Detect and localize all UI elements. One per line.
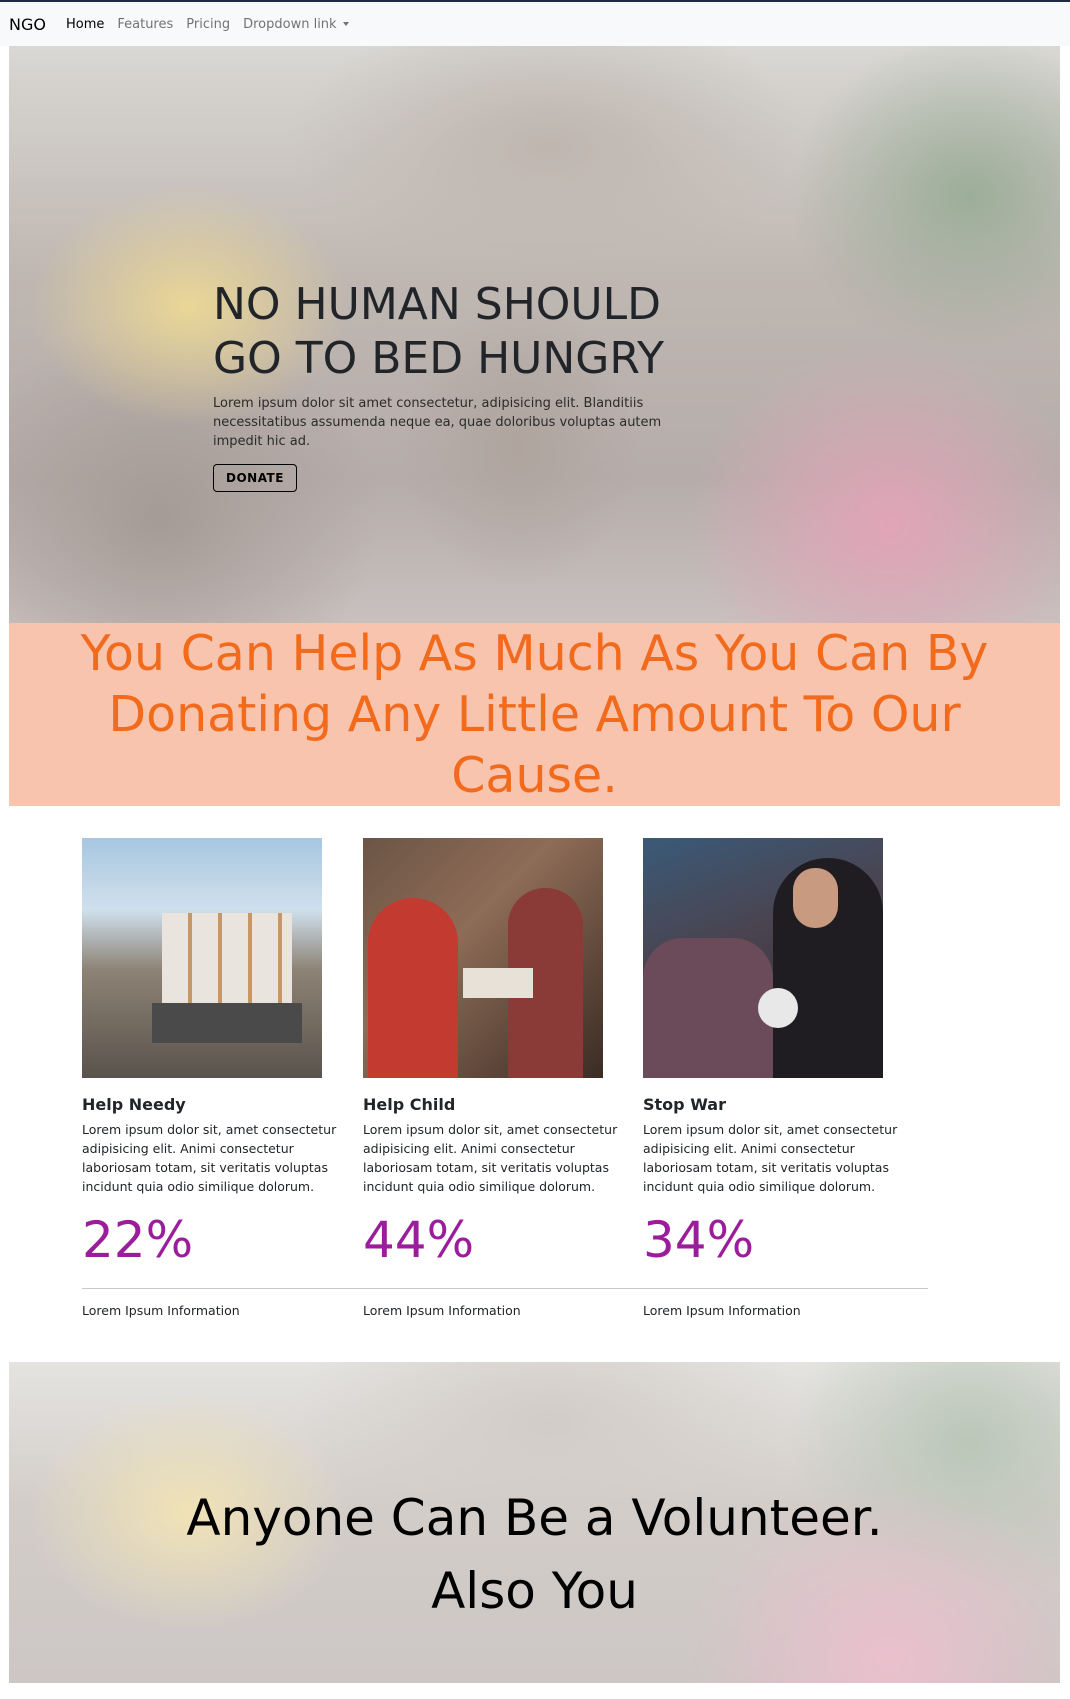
nav-dropdown-link[interactable]: Dropdown link <box>243 16 349 32</box>
card-title: Help Needy <box>82 1095 186 1114</box>
card-percent: 34% <box>643 1211 755 1269</box>
volunteer-title-line2: Also You <box>431 1562 638 1620</box>
banner-text: You Can Help As Much As You Can By Donat… <box>80 625 989 804</box>
donation-banner: You Can Help As Much As You Can By Donat… <box>9 623 1060 806</box>
card-info: Lorem Ipsum Information <box>363 1303 521 1318</box>
nav-dropdown-label: Dropdown link <box>243 16 337 32</box>
card-info: Lorem Ipsum Information <box>82 1303 240 1318</box>
hero-title-line2: GO TO BED HUNGRY <box>213 333 664 384</box>
volunteer-title: Anyone Can Be a Volunteer. Also You <box>9 1482 1060 1628</box>
aid-box <box>463 968 533 998</box>
card-help-child: Help Child Lorem ipsum dolor sit, amet c… <box>363 838 648 1318</box>
card-image-aid-handover <box>363 838 603 1078</box>
hero-section: NO HUMAN SHOULD GO TO BED HUNGRY Lorem i… <box>9 46 1060 623</box>
card-info: Lorem Ipsum Information <box>643 1303 801 1318</box>
truck <box>152 1003 302 1043</box>
bowl <box>758 988 798 1028</box>
donate-button[interactable]: DONATE <box>213 464 297 492</box>
nav-link-features[interactable]: Features <box>117 17 173 32</box>
card-image-aid-truck <box>82 838 322 1078</box>
card-text: Lorem ipsum dolor sit, amet consectetur … <box>363 1122 618 1194</box>
card-image-food-serving <box>643 838 883 1078</box>
brand-logo[interactable]: NGO <box>9 15 46 34</box>
volunteer-title-line1: Anyone Can Be a Volunteer. <box>186 1489 883 1547</box>
card-stop-war: Stop War Lorem ipsum dolor sit, amet con… <box>643 838 928 1318</box>
card-help-needy: Help Needy Lorem ipsum dolor sit, amet c… <box>82 838 367 1318</box>
nav-link-home[interactable]: Home <box>66 17 104 32</box>
nav-link-pricing[interactable]: Pricing <box>186 17 230 32</box>
divider <box>363 1288 648 1289</box>
divider <box>82 1288 367 1289</box>
person-left <box>368 898 458 1078</box>
card-title: Stop War <box>643 1095 726 1114</box>
navbar: NGO Home Features Pricing Dropdown link <box>0 0 1070 46</box>
aid-boxes <box>162 913 292 1013</box>
card-text: Lorem ipsum dolor sit, amet consectetur … <box>643 1122 898 1194</box>
card-percent: 44% <box>363 1211 475 1269</box>
hero-title: NO HUMAN SHOULD GO TO BED HUNGRY <box>213 278 693 386</box>
children <box>643 938 773 1078</box>
volunteer-section: Anyone Can Be a Volunteer. Also You <box>9 1362 1060 1683</box>
hero-text: Lorem ipsum dolor sit amet consectetur, … <box>213 396 662 449</box>
hero-content: NO HUMAN SHOULD GO TO BED HUNGRY Lorem i… <box>213 278 693 492</box>
volunteer-face <box>793 868 838 928</box>
card-title: Help Child <box>363 1095 456 1114</box>
card-percent: 22% <box>82 1211 194 1269</box>
divider <box>643 1288 928 1289</box>
hero-title-line1: NO HUMAN SHOULD <box>213 279 662 330</box>
caret-down-icon <box>342 21 349 26</box>
card-text: Lorem ipsum dolor sit, amet consectetur … <box>82 1122 337 1194</box>
